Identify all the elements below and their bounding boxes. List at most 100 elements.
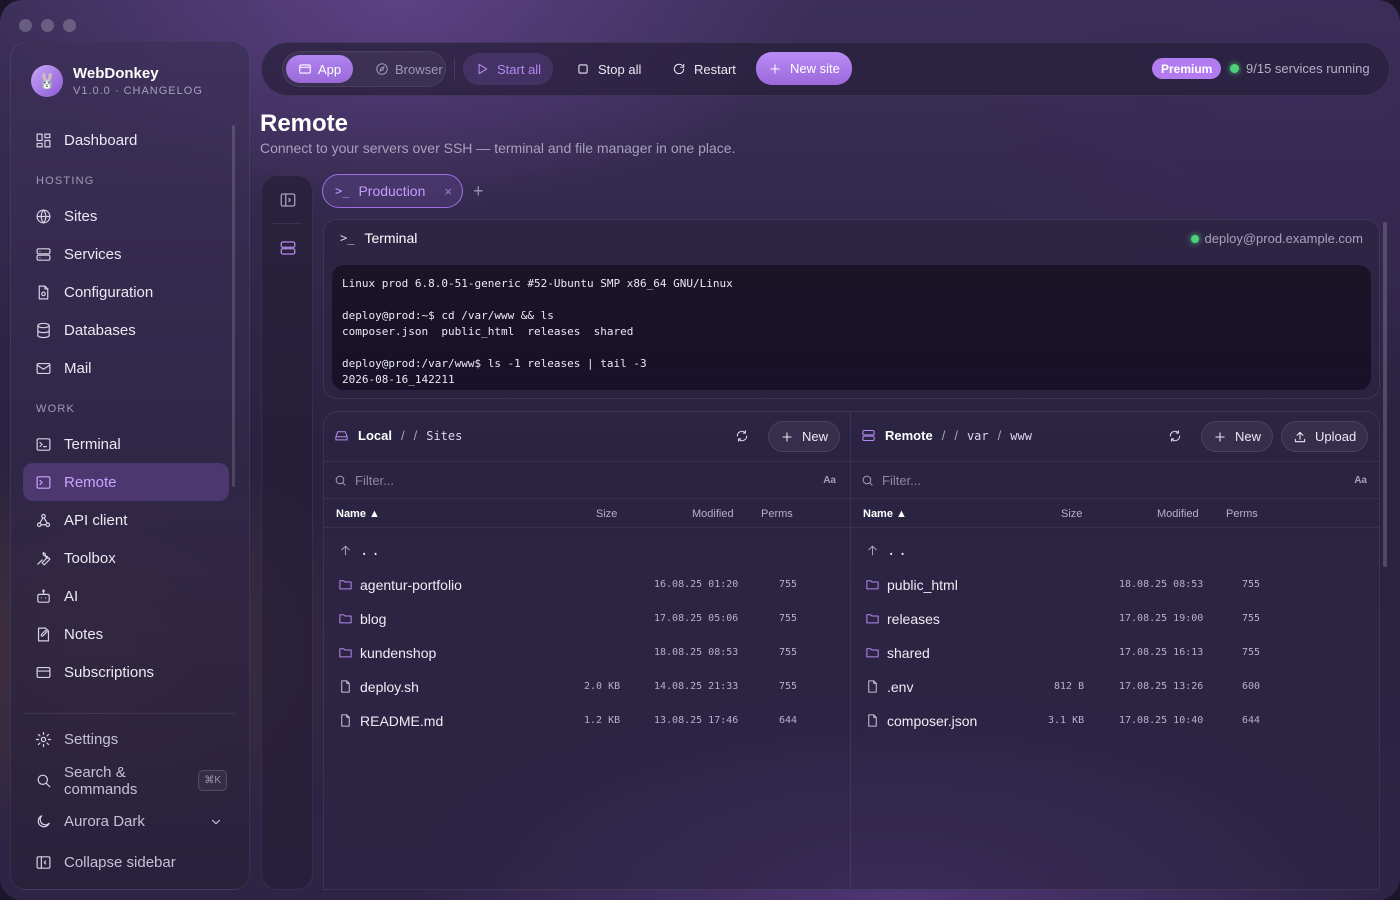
services-status[interactable]: 9/15 services running [1230, 61, 1370, 76]
col-size[interactable]: Size [596, 508, 617, 520]
col-name[interactable]: Name ▲ [863, 508, 907, 520]
parent-dir-row[interactable]: .. [851, 534, 1379, 568]
upload-label: Upload [1315, 429, 1357, 444]
local-new-label: New [802, 429, 829, 444]
parent-dir-row[interactable]: .. [324, 534, 850, 568]
sidebar-item-services[interactable]: Services [23, 235, 229, 273]
breadcrumb-var[interactable]: var [967, 429, 989, 443]
table-row[interactable]: public_html 18.08.25 08:53 755 [851, 568, 1379, 602]
local-pane-header: Local / / Sites New [324, 412, 850, 462]
sidebar-item-mail[interactable]: Mail [23, 349, 229, 387]
sidebar-item-subscriptions[interactable]: Subscriptions [23, 653, 229, 691]
local-refresh-button[interactable] [735, 429, 749, 446]
table-row[interactable]: README.md 1.2 KB 13.08.25 17:46 644 [324, 704, 850, 738]
start-all-button[interactable]: Start all [463, 53, 554, 85]
local-filter-placeholder: Filter... [355, 473, 395, 488]
file-perms: 755 [779, 579, 798, 590]
terminal-output[interactable]: Linux prod 6.8.0-51-generic #52-Ubuntu S… [332, 265, 1371, 390]
breadcrumb-root-remote[interactable]: Remote [885, 428, 933, 443]
sidebar-item-sites[interactable]: Sites [23, 197, 229, 235]
upload-button[interactable]: Upload [1281, 421, 1369, 452]
terminal-title: Terminal [364, 230, 418, 246]
sidebar-scrollbar[interactable] [232, 125, 235, 487]
breadcrumb-separator: / [997, 428, 1002, 443]
main-scrollbar[interactable] [1383, 222, 1387, 567]
sidebar-item-databases[interactable]: Databases [23, 311, 229, 349]
match-case-toggle[interactable]: Aa [1354, 475, 1367, 486]
top-toolbar: App Browser Start all Stop all Restart N… [261, 42, 1390, 96]
panel-toggle-icon [280, 193, 296, 207]
table-row[interactable]: composer.json 3.1 KB 17.08.25 10:40 644 [851, 704, 1379, 738]
remote-columns: Name ▲ Size Modified Perms [851, 500, 1379, 528]
breadcrumb-sites[interactable]: Sites [426, 429, 462, 443]
remote-new-button[interactable]: New [1201, 421, 1274, 452]
col-perms[interactable]: Perms [1226, 508, 1258, 520]
close-tab-button[interactable]: × [444, 184, 452, 199]
close-window-button[interactable] [19, 19, 32, 32]
tab-app[interactable]: App [286, 55, 354, 83]
mode-switch: App Browser [282, 51, 446, 87]
stop-all-button[interactable]: Stop all [564, 53, 653, 85]
col-size[interactable]: Size [1061, 508, 1082, 520]
tab-browser[interactable]: Browser [363, 55, 455, 83]
local-new-button[interactable]: New [768, 421, 841, 452]
sidebar-item-label: AI [64, 587, 79, 605]
remote-refresh-button[interactable] [1168, 429, 1182, 446]
sidebar-item-toolbox[interactable]: Toolbox [23, 539, 229, 577]
collapse-sidebar-button[interactable]: Collapse sidebar [23, 842, 229, 883]
table-row[interactable]: .env 812 B 17.08.25 13:26 600 [851, 670, 1379, 704]
breadcrumb-root-local[interactable]: Local [358, 428, 392, 443]
sidebar-item-dashboard[interactable]: Dashboard [23, 121, 229, 159]
sidebar-item-api-client[interactable]: API client [23, 501, 229, 539]
local-filter[interactable]: Filter... Aa [324, 463, 850, 499]
table-row[interactable]: shared 17.08.25 16:13 755 [851, 636, 1379, 670]
file-name: deploy.sh [360, 679, 419, 695]
new-site-label: New site [790, 61, 840, 76]
col-modified[interactable]: Modified [692, 508, 734, 520]
remote-filter[interactable]: Filter... Aa [851, 463, 1379, 499]
table-row[interactable]: blog 17.08.25 05:06 755 [324, 602, 850, 636]
brand[interactable]: 🐰 WebDonkey V1.0.0 · CHANGELOG [31, 65, 203, 97]
app-version-changelog[interactable]: V1.0.0 · CHANGELOG [73, 85, 203, 97]
moon-icon [37, 815, 50, 828]
match-case-toggle[interactable]: Aa [823, 475, 836, 486]
toggle-panel-button[interactable] [279, 191, 297, 209]
breadcrumb-www[interactable]: www [1010, 429, 1032, 443]
restart-icon [673, 63, 685, 75]
sidebar-item-terminal[interactable]: Terminal [23, 425, 229, 463]
table-row[interactable]: releases 17.08.25 19:00 755 [851, 602, 1379, 636]
sidebar-item-remote[interactable]: Remote [23, 463, 229, 501]
servers-button[interactable] [279, 239, 297, 257]
sidebar-item-ai[interactable]: AI [23, 577, 229, 615]
table-row[interactable]: agentur-portfolio 16.08.25 01:20 755 [324, 568, 850, 602]
minimize-window-button[interactable] [41, 19, 54, 32]
file-perms: 644 [779, 715, 798, 726]
col-name[interactable]: Name ▲ [336, 508, 380, 520]
new-site-button[interactable]: New site [756, 52, 852, 85]
add-tab-button[interactable]: + [473, 181, 484, 202]
table-row[interactable]: deploy.sh 2.0 KB 14.08.25 21:33 755 [324, 670, 850, 704]
app-logo: 🐰 [31, 65, 63, 97]
restart-button[interactable]: Restart [660, 53, 748, 85]
server-icon [36, 247, 51, 261]
file-manager: Local / / Sites New Filter... Aa Name ▲ … [323, 411, 1380, 890]
premium-badge[interactable]: Premium [1152, 58, 1222, 79]
remote-filter-placeholder: Filter... [882, 473, 922, 488]
theme-select[interactable]: Aurora Dark [23, 801, 229, 842]
col-modified[interactable]: Modified [1157, 508, 1199, 520]
table-row[interactable]: kundenshop 18.08.25 08:53 755 [324, 636, 850, 670]
file-modified: 17.08.25 13:26 [1119, 681, 1204, 692]
sidebar-item-configuration[interactable]: Configuration [23, 273, 229, 311]
search-commands-button[interactable]: Search & commands ⌘K [23, 760, 229, 801]
plus-icon [1215, 431, 1225, 442]
file-modified: 17.08.25 05:06 [654, 613, 739, 624]
breadcrumb-separator: / [954, 428, 958, 443]
sidebar-item-notes[interactable]: Notes [23, 615, 229, 653]
zoom-window-button[interactable] [63, 19, 76, 32]
window-icon [299, 64, 311, 74]
tab-production[interactable]: >_ Production × [322, 174, 463, 208]
settings-button[interactable]: Settings [23, 719, 229, 760]
sidebar-divider [25, 713, 235, 714]
sidebar-item-label: Services [64, 245, 122, 263]
col-perms[interactable]: Perms [761, 508, 793, 520]
